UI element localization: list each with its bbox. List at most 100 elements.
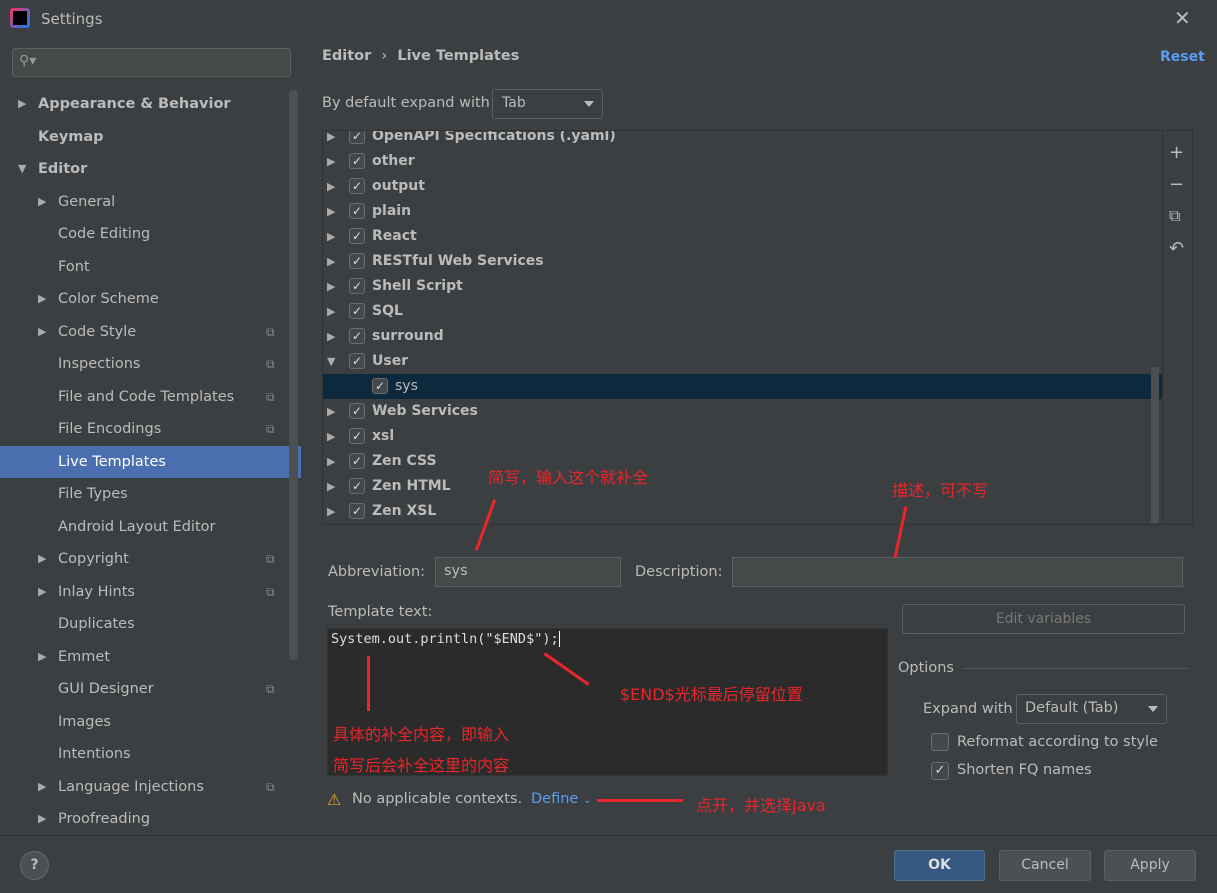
chevron-right-icon[interactable]: ▶ — [327, 274, 335, 299]
tree-row-checkbox[interactable]: ✓ — [349, 353, 365, 369]
sidebar-item-file-types[interactable]: File Types — [0, 478, 301, 510]
breadcrumb-editor[interactable]: Editor — [322, 48, 371, 64]
define-link[interactable]: Define ⌄ — [531, 791, 591, 807]
shorten-checkbox[interactable]: ✓ — [931, 762, 949, 780]
tree-scrollbar[interactable] — [1151, 367, 1159, 523]
sidebar-item-editor[interactable]: ▼ Editor — [0, 153, 301, 185]
sidebar-scrollbar[interactable] — [289, 90, 298, 660]
sidebar-item-inlay-hints[interactable]: ▶ Inlay Hints ⧉ — [0, 576, 301, 608]
ok-button[interactable]: OK — [894, 850, 985, 881]
chevron-right-icon[interactable]: ▶ — [38, 641, 46, 673]
sidebar-item-images[interactable]: Images — [0, 706, 301, 738]
reformat-checkbox[interactable] — [931, 733, 949, 751]
sidebar-item-gui-designer[interactable]: GUI Designer ⧉ — [0, 673, 301, 705]
close-icon[interactable]: ✕ — [1174, 6, 1191, 30]
chevron-right-icon[interactable]: ▶ — [18, 88, 26, 120]
chevron-right-icon[interactable]: ▶ — [327, 199, 335, 224]
edit-variables-button[interactable]: Edit variables — [902, 604, 1185, 634]
expand-select[interactable]: Tab — [492, 89, 603, 119]
revert-icon[interactable]: ↶ — [1169, 238, 1184, 259]
sidebar-item-keymap[interactable]: Keymap — [0, 121, 301, 153]
tree-row-checkbox[interactable]: ✓ — [349, 153, 365, 169]
chevron-right-icon[interactable]: ▶ — [327, 324, 335, 349]
chevron-right-icon[interactable]: ▶ — [327, 399, 335, 424]
chevron-down-icon[interactable]: ▼ — [327, 349, 335, 374]
sidebar-item-font[interactable]: Font — [0, 251, 301, 283]
chevron-right-icon[interactable]: ▶ — [327, 131, 335, 149]
chevron-right-icon[interactable]: ▶ — [38, 186, 46, 218]
tree-row[interactable]: ▶ ✓ Web Services — [323, 399, 1162, 424]
abbreviation-input[interactable]: sys — [435, 557, 621, 587]
sidebar-item-live-templates[interactable]: Live Templates — [0, 445, 301, 478]
tree-row[interactable]: ▶ ✓ output — [323, 174, 1162, 199]
tree-row[interactable]: ▶ ✓ Zen XSL — [323, 499, 1162, 524]
chevron-right-icon[interactable]: ▶ — [38, 803, 46, 835]
reset-link[interactable]: Reset — [1160, 49, 1205, 65]
tree-row-checkbox[interactable]: ✓ — [372, 378, 388, 394]
chevron-right-icon[interactable]: ▶ — [327, 174, 335, 199]
chevron-down-icon[interactable]: ▼ — [18, 153, 26, 185]
apply-button[interactable]: Apply — [1104, 850, 1196, 881]
tree-row[interactable]: ✓ sys — [323, 374, 1162, 399]
chevron-right-icon[interactable]: ▶ — [327, 424, 335, 449]
sidebar-item-proofreading[interactable]: ▶ Proofreading — [0, 803, 301, 835]
tree-row[interactable]: ▶ ✓ surround — [323, 324, 1162, 349]
chevron-right-icon[interactable]: ▶ — [327, 224, 335, 249]
sidebar-item-color-scheme[interactable]: ▶ Color Scheme — [0, 283, 301, 315]
sidebar-item-general[interactable]: ▶ General — [0, 186, 301, 218]
sidebar-item-copyright[interactable]: ▶ Copyright ⧉ — [0, 543, 301, 575]
chevron-right-icon[interactable]: ▶ — [327, 299, 335, 324]
tree-row[interactable]: ▼ ✓ User — [323, 349, 1162, 374]
description-input[interactable] — [732, 557, 1183, 587]
sidebar-item-emmet[interactable]: ▶ Emmet — [0, 641, 301, 673]
tree-row[interactable]: ▶ ✓ RESTful Web Services — [323, 249, 1162, 274]
tree-row[interactable]: ▶ ✓ React — [323, 224, 1162, 249]
tree-row-checkbox[interactable]: ✓ — [349, 203, 365, 219]
cancel-button[interactable]: Cancel — [999, 850, 1091, 881]
sidebar-item-language-injections[interactable]: ▶ Language Injections ⧉ — [0, 771, 301, 803]
sidebar-item-file-and-code-templates[interactable]: File and Code Templates ⧉ — [0, 381, 301, 413]
chevron-right-icon[interactable]: ▶ — [38, 771, 46, 803]
chevron-right-icon[interactable]: ▶ — [38, 283, 46, 315]
tree-row[interactable]: ▶ ✓ plain — [323, 199, 1162, 224]
tree-row-checkbox[interactable]: ✓ — [349, 453, 365, 469]
chevron-right-icon[interactable]: ▶ — [327, 474, 335, 499]
sidebar-item-code-style[interactable]: ▶ Code Style ⧉ — [0, 316, 301, 348]
chevron-right-icon[interactable]: ▶ — [38, 316, 46, 348]
tree-row-checkbox[interactable]: ✓ — [349, 253, 365, 269]
add-icon[interactable]: + — [1169, 142, 1184, 163]
tree-row-checkbox[interactable]: ✓ — [349, 178, 365, 194]
copy-icon[interactable]: ⧉ — [1169, 206, 1180, 226]
chevron-right-icon[interactable]: ▶ — [327, 449, 335, 474]
search-input[interactable]: ⚲▾ — [12, 48, 291, 77]
chevron-right-icon[interactable]: ▶ — [327, 249, 335, 274]
tree-row-checkbox[interactable]: ✓ — [349, 328, 365, 344]
tree-row-checkbox[interactable]: ✓ — [349, 403, 365, 419]
tree-row-checkbox[interactable]: ✓ — [349, 228, 365, 244]
tree-row-checkbox[interactable]: ✓ — [349, 131, 365, 144]
tree-row[interactable]: ▶ ✓ Zen CSS — [323, 449, 1162, 474]
chevron-right-icon[interactable]: ▶ — [38, 543, 46, 575]
tree-row[interactable]: ▶ ✓ Shell Script — [323, 274, 1162, 299]
sidebar-item-inspections[interactable]: Inspections ⧉ — [0, 348, 301, 380]
chevron-right-icon[interactable]: ▶ — [38, 576, 46, 608]
tree-row[interactable]: ▶ ✓ other — [323, 149, 1162, 174]
chevron-right-icon[interactable]: ▶ — [327, 499, 335, 524]
sidebar-item-android-layout-editor[interactable]: Android Layout Editor — [0, 511, 301, 543]
tree-row[interactable]: ▶ ✓ SQL — [323, 299, 1162, 324]
sidebar-item-duplicates[interactable]: Duplicates — [0, 608, 301, 640]
tree-row-checkbox[interactable]: ✓ — [349, 278, 365, 294]
sidebar-item-intentions[interactable]: Intentions — [0, 738, 301, 770]
tree-row-checkbox[interactable]: ✓ — [349, 428, 365, 444]
tree-row[interactable]: ▶ ✓ Zen HTML — [323, 474, 1162, 499]
tree-row[interactable]: ▶ ✓ OpenAPI Specifications (.yaml) — [323, 131, 1162, 149]
remove-icon[interactable]: − — [1169, 174, 1184, 195]
sidebar-item-appearance-behavior[interactable]: ▶ Appearance & Behavior — [0, 88, 301, 120]
tree-row-checkbox[interactable]: ✓ — [349, 303, 365, 319]
help-button[interactable]: ? — [20, 851, 49, 880]
tree-row[interactable]: ▶ ✓ xsl — [323, 424, 1162, 449]
tree-row-checkbox[interactable]: ✓ — [349, 503, 365, 519]
tree-row-checkbox[interactable]: ✓ — [349, 478, 365, 494]
chevron-right-icon[interactable]: ▶ — [327, 149, 335, 174]
expand-with-select[interactable]: Default (Tab) — [1016, 694, 1167, 724]
